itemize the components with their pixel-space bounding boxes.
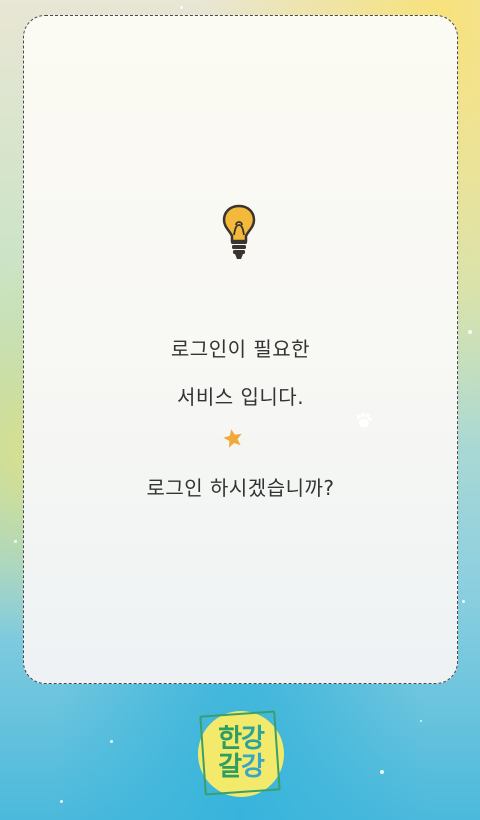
paw-print-icon	[357, 413, 372, 428]
background-speck	[14, 540, 17, 543]
login-required-text: 로그인이 필요한	[170, 337, 311, 361]
hangang-galgang-logo[interactable]: 한강 갈강	[198, 710, 284, 797]
service-text: 서비스 입니다.	[176, 385, 305, 409]
background-speck	[180, 6, 183, 9]
logo-char: 강	[241, 752, 265, 782]
lightbulb-icon	[222, 204, 256, 259]
background-speck	[110, 740, 113, 743]
logo-char: 강	[241, 724, 265, 754]
background-speck	[462, 600, 465, 603]
logo-line-2: 갈강	[198, 752, 284, 782]
background-speck	[60, 800, 63, 803]
star-icon	[223, 429, 242, 448]
background-speck	[380, 770, 384, 774]
logo-char: 한	[218, 724, 242, 754]
background-speck	[420, 720, 422, 722]
logo-char: 갈	[218, 752, 242, 782]
logo-line-1: 한강	[198, 724, 284, 754]
login-prompt-text: 로그인 하시겠습니까?	[146, 476, 335, 500]
background-speck	[468, 330, 472, 334]
